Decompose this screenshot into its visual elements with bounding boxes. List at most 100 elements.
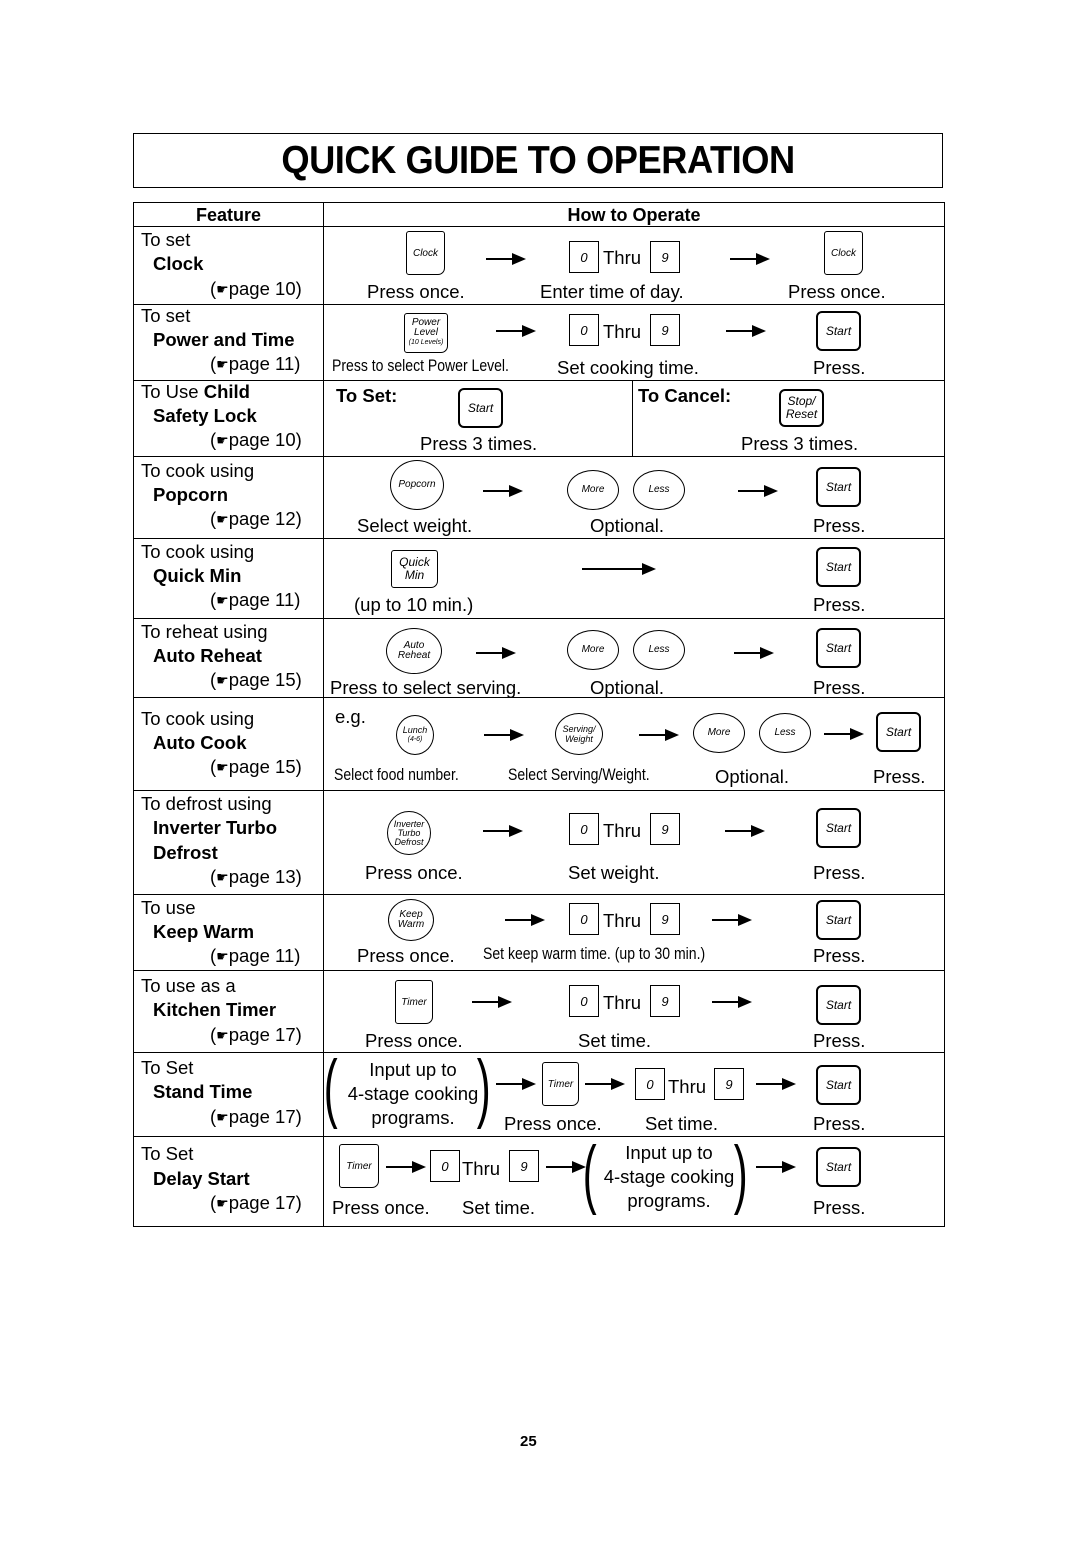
timer-key[interactable]: Timer xyxy=(395,980,433,1024)
start-key[interactable]: Start xyxy=(816,1147,861,1187)
digit-9-key[interactable]: 9 xyxy=(714,1068,744,1100)
digit-9-key[interactable]: 9 xyxy=(650,985,680,1017)
arrow-right-icon xyxy=(546,1160,586,1174)
arrow-right-icon xyxy=(756,1077,796,1091)
quick-min-key[interactable]: Quick Min xyxy=(391,550,438,588)
pointing-hand-icon: ☛ xyxy=(216,356,229,372)
page-reference: (☛page 17) xyxy=(210,1106,302,1127)
header-how-to-operate: How to Operate xyxy=(567,205,701,225)
arrow-right-icon xyxy=(824,727,864,741)
start-key[interactable]: Start xyxy=(816,1065,861,1105)
digit-0-key[interactable]: 0 xyxy=(569,314,599,346)
feature-intro: To defrost using xyxy=(141,793,272,814)
row-divider xyxy=(134,380,944,381)
pointing-hand-icon: ☛ xyxy=(216,432,229,448)
inverter-turbo-defrost-key[interactable]: Inverter Turbo Defrost xyxy=(387,811,431,855)
to-cancel-label: To Cancel: xyxy=(638,385,732,406)
timer-key[interactable]: Timer xyxy=(339,1144,379,1188)
keep-warm-key[interactable]: Keep Warm xyxy=(388,899,434,941)
power-level-key[interactable]: Power Level (10 Levels) xyxy=(404,313,448,353)
digit-9-key[interactable]: 9 xyxy=(509,1150,539,1182)
feature-name: Keep Warm xyxy=(153,921,255,942)
stop-reset-key[interactable]: Stop/Reset xyxy=(779,389,824,427)
example-label: e.g. xyxy=(335,706,366,727)
arrow-right-icon xyxy=(582,562,656,576)
pointing-hand-icon: ☛ xyxy=(216,1109,229,1125)
row-divider xyxy=(134,304,944,305)
caption: Press. xyxy=(813,1197,866,1218)
less-key[interactable]: Less xyxy=(633,470,685,510)
page-reference: (☛page 15) xyxy=(210,756,302,777)
more-key[interactable]: More xyxy=(567,630,619,670)
caption: Press. xyxy=(813,862,866,883)
auto-reheat-key[interactable]: Auto Reheat xyxy=(386,628,442,674)
caption: Set time. xyxy=(462,1197,535,1218)
caption: Press. xyxy=(813,945,866,966)
arrow-right-icon xyxy=(712,995,752,1009)
caption: Press. xyxy=(813,677,866,698)
feature-name-line2: Defrost xyxy=(153,842,218,863)
caption: Press once. xyxy=(788,281,886,302)
digit-0-key[interactable]: 0 xyxy=(569,241,599,273)
start-key[interactable]: Start xyxy=(816,311,861,351)
start-key[interactable]: Start xyxy=(816,900,861,940)
feature-name: Auto Reheat xyxy=(153,645,262,666)
feature-intro: To set xyxy=(141,229,191,250)
less-key[interactable]: Less xyxy=(633,630,685,670)
start-key[interactable]: Start xyxy=(816,985,861,1025)
caption: Press once. xyxy=(365,862,463,883)
page-reference: (☛page 12) xyxy=(210,508,302,529)
close-parenthesis: ) xyxy=(476,1045,491,1130)
page-reference: (☛page 11) xyxy=(210,945,301,966)
arrow-right-icon xyxy=(484,728,524,742)
start-key[interactable]: Start xyxy=(816,808,861,848)
lunch-key[interactable]: Lunch (4-6) xyxy=(396,715,434,755)
pointing-hand-icon: ☛ xyxy=(216,592,229,608)
feature-intro: To cook using xyxy=(141,460,255,481)
more-key[interactable]: More xyxy=(567,470,619,510)
less-key[interactable]: Less xyxy=(759,713,811,753)
row-divider xyxy=(134,226,944,227)
digit-0-key[interactable]: 0 xyxy=(635,1068,665,1100)
arrow-right-icon xyxy=(726,324,766,338)
child-lock-divider xyxy=(632,380,633,456)
popcorn-key[interactable]: Popcorn xyxy=(390,460,444,510)
to-set-label: To Set: xyxy=(336,385,398,406)
digit-9-key[interactable]: 9 xyxy=(650,241,680,273)
caption: Select Serving/Weight. xyxy=(508,766,650,784)
digit-9-key[interactable]: 9 xyxy=(650,903,680,935)
row-divider xyxy=(134,1052,944,1053)
timer-key[interactable]: Timer xyxy=(542,1062,579,1106)
serving-weight-key[interactable]: Serving/Weight xyxy=(555,713,603,755)
start-key[interactable]: Start xyxy=(816,628,861,668)
pointing-hand-icon: ☛ xyxy=(216,511,229,527)
start-key[interactable]: Start xyxy=(458,388,503,428)
digit-0-key[interactable]: 0 xyxy=(569,813,599,845)
caption: Press 3 times. xyxy=(741,433,859,454)
feature-name: Kitchen Timer xyxy=(153,999,277,1020)
digit-0-key[interactable]: 0 xyxy=(569,903,599,935)
start-key[interactable]: Start xyxy=(816,547,861,587)
arrow-right-icon xyxy=(712,913,752,927)
digit-9-key[interactable]: 9 xyxy=(650,813,680,845)
arrow-right-icon xyxy=(730,252,770,266)
more-key[interactable]: More xyxy=(693,713,745,753)
pointing-hand-icon: ☛ xyxy=(216,1195,229,1211)
clock-key[interactable]: Clock xyxy=(824,231,863,275)
caption: Optional. xyxy=(590,677,665,698)
digit-0-key[interactable]: 0 xyxy=(569,985,599,1017)
feature-name: Stand Time xyxy=(153,1081,253,1102)
feature-intro: To cook using xyxy=(141,708,255,729)
digit-9-key[interactable]: 9 xyxy=(650,314,680,346)
thru-label: Thru xyxy=(603,820,642,841)
arrow-right-icon xyxy=(725,824,765,838)
feature-name: Delay Start xyxy=(153,1168,250,1189)
thru-label: Thru xyxy=(462,1158,501,1179)
digit-0-key[interactable]: 0 xyxy=(430,1150,460,1182)
caption: Set time. xyxy=(578,1030,651,1051)
arrow-right-icon xyxy=(756,1160,796,1174)
clock-key[interactable]: Clock xyxy=(406,231,445,275)
open-parenthesis: ( xyxy=(323,1045,338,1130)
start-key[interactable]: Start xyxy=(876,712,921,752)
start-key[interactable]: Start xyxy=(816,467,861,507)
